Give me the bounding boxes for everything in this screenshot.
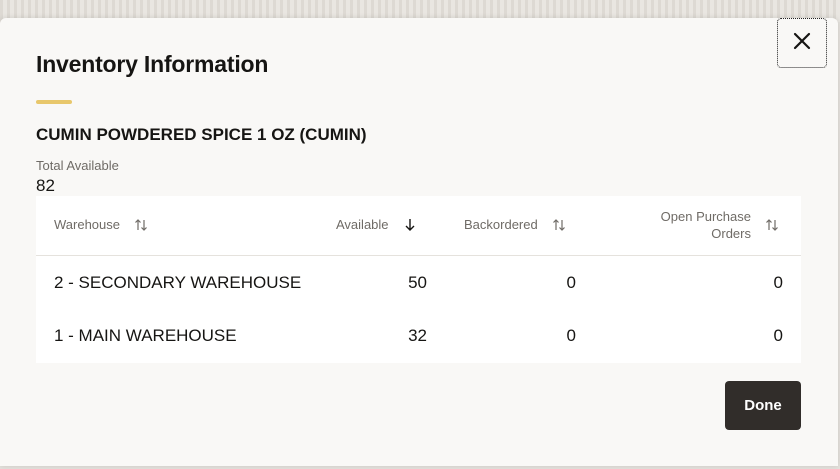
cell-open-purchase-orders: 0 <box>773 273 783 292</box>
cell-warehouse: 2 - SECONDARY WAREHOUSE <box>54 273 302 292</box>
cell-open-purchase-orders: 0 <box>773 326 783 345</box>
product-name: CUMIN POWDERED SPICE 1 OZ (CUMIN) <box>36 125 367 144</box>
table-row: 2 - SECONDARY WAREHOUSE 50 0 0 <box>36 256 801 308</box>
dialog-title: Inventory Information <box>36 51 269 77</box>
column-header-open-purchase-orders[interactable]: Open Purchase Orders <box>661 208 779 242</box>
column-header-available[interactable]: Available <box>336 217 417 232</box>
sort-both-icon[interactable] <box>765 218 779 232</box>
column-header-label-line2: Orders <box>711 226 751 241</box>
cell-available: 50 <box>408 273 427 292</box>
column-header-label: Backordered <box>464 217 538 232</box>
close-icon <box>793 32 811 55</box>
sort-descending-icon[interactable] <box>403 218 417 232</box>
column-header-label: Warehouse <box>54 217 120 232</box>
cell-backordered: 0 <box>566 326 576 345</box>
total-available-label: Total Available <box>36 158 119 173</box>
sort-both-icon[interactable] <box>134 218 148 232</box>
done-button[interactable]: Done <box>725 381 801 430</box>
table-header: Warehouse Available Backordered Open Pur… <box>36 196 801 256</box>
column-header-warehouse[interactable]: Warehouse <box>54 217 148 232</box>
title-accent-bar <box>36 100 72 104</box>
inventory-dialog: Inventory Information CUMIN POWDERED SPI… <box>0 18 838 466</box>
inventory-table: Warehouse Available Backordered Open Pur… <box>36 196 801 363</box>
close-button[interactable] <box>777 18 827 68</box>
column-header-label-line1: Open Purchase <box>660 209 751 224</box>
cell-available: 32 <box>408 326 427 345</box>
sort-both-icon[interactable] <box>552 218 566 232</box>
column-header-label: Open Purchase Orders <box>661 208 751 242</box>
cell-warehouse: 1 - MAIN WAREHOUSE <box>54 326 237 345</box>
total-available-value: 82 <box>36 176 55 195</box>
column-header-label: Available <box>336 217 389 232</box>
table-row: 1 - MAIN WAREHOUSE 32 0 0 <box>36 309 801 361</box>
cell-backordered: 0 <box>566 273 576 292</box>
column-header-backordered[interactable]: Backordered <box>464 217 566 232</box>
